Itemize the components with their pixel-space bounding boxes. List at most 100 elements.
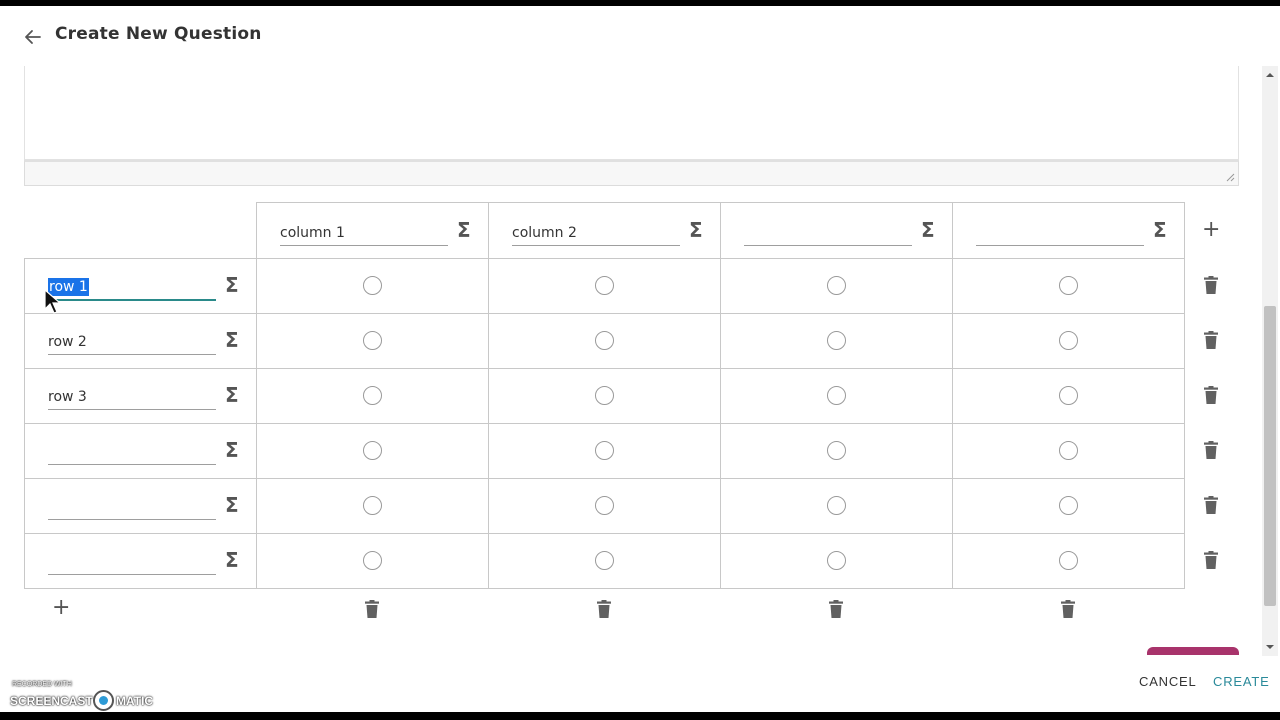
matrix-cell [488,423,721,478]
delete-row-button[interactable] [1204,331,1218,349]
delete-column-button[interactable] [365,600,379,618]
column-header: Σ [488,202,721,258]
add-column-button[interactable]: + [1202,219,1220,241]
matrix-radio[interactable] [827,551,846,570]
scrollbar-thumb[interactable] [1264,306,1276,606]
editor-status-bar [24,160,1239,186]
trash-icon [829,600,843,618]
trash-icon [597,600,611,618]
sigma-icon[interactable]: Σ [225,330,239,350]
matrix-cell [256,533,489,589]
matrix-radio[interactable] [595,551,614,570]
sigma-icon[interactable]: Σ [921,220,935,240]
matrix-radio[interactable] [1059,496,1078,515]
delete-column-button[interactable] [597,600,611,618]
column-label-input[interactable] [280,221,448,246]
matrix-radio[interactable] [595,386,614,405]
matrix-radio[interactable] [363,386,382,405]
matrix-cell [952,258,1185,313]
matrix-radio[interactable] [595,331,614,350]
row-label-input[interactable] [48,440,216,465]
matrix-radio[interactable] [595,496,614,515]
sigma-icon[interactable]: Σ [225,275,239,295]
sigma-icon[interactable]: Σ [225,495,239,515]
sigma-icon[interactable]: Σ [689,220,703,240]
vertical-scrollbar[interactable] [1262,66,1278,656]
matrix-radio[interactable] [1059,276,1078,295]
matrix-radio[interactable] [1059,551,1078,570]
brand-tab [1147,647,1239,655]
delete-row-button[interactable] [1204,276,1218,294]
column-label-input[interactable] [512,221,680,246]
row-label-input[interactable] [48,330,216,355]
matrix-cell [256,313,489,368]
sigma-icon[interactable]: Σ [225,385,239,405]
matrix-cell [256,423,489,478]
delete-row-button[interactable] [1204,386,1218,404]
window-bottom-edge [0,712,1280,720]
scroll-up-icon[interactable] [1262,70,1278,80]
mouse-pointer-icon [44,289,62,314]
matrix-radio[interactable] [827,276,846,295]
trash-icon [365,600,379,618]
sigma-icon[interactable]: Σ [1153,220,1167,240]
matrix-radio[interactable] [1059,441,1078,460]
column-header: Σ [952,202,1185,258]
matrix-radio[interactable] [1059,386,1078,405]
delete-column-button[interactable] [1061,600,1075,618]
trash-icon [1061,600,1075,618]
matrix-cell [952,423,1185,478]
row-label-input[interactable]: row 1 [48,276,216,301]
matrix-radio[interactable] [363,441,382,460]
matrix-cell [952,478,1185,533]
watermark-left-text: SCREENCAST [10,694,93,708]
matrix-radio[interactable] [827,496,846,515]
create-button[interactable]: CREATE [1213,674,1270,689]
matrix-cell [488,258,721,313]
delete-row-button[interactable] [1204,496,1218,514]
recording-watermark: RECORDED WITH SCREENCAST MATIC [10,680,160,711]
delete-row-button[interactable] [1204,441,1218,459]
scroll-down-icon[interactable] [1262,642,1278,652]
matrix-radio[interactable] [595,276,614,295]
trash-icon [1204,551,1218,569]
column-label-input[interactable] [976,221,1144,246]
trash-icon [1204,276,1218,294]
column-header: Σ [256,202,489,258]
delete-column-button[interactable] [829,600,843,618]
sigma-icon[interactable]: Σ [457,220,471,240]
matrix-cell [256,258,489,313]
trash-icon [1204,441,1218,459]
delete-row-button[interactable] [1204,551,1218,569]
matrix-cell [720,533,953,589]
column-label-input[interactable] [744,221,912,246]
resize-handle-icon[interactable] [1225,172,1235,182]
sigma-icon[interactable]: Σ [225,550,239,570]
matrix-radio[interactable] [363,551,382,570]
trash-icon [1204,496,1218,514]
matrix-radio[interactable] [363,331,382,350]
matrix-radio[interactable] [827,331,846,350]
matrix-radio[interactable] [1059,331,1078,350]
sigma-icon[interactable]: Σ [225,440,239,460]
screencast-logo-icon [93,690,114,711]
matrix-radio[interactable] [827,441,846,460]
matrix-radio[interactable] [363,276,382,295]
cancel-button[interactable]: CANCEL [1139,674,1197,689]
row-label-input[interactable] [48,385,216,410]
matrix-radio[interactable] [827,386,846,405]
row-label-input[interactable] [48,550,216,575]
app-header: Create New Question [0,6,1280,66]
row-label-input[interactable] [48,495,216,520]
matrix-cell [720,368,953,423]
back-button[interactable] [20,24,46,50]
matrix-radio[interactable] [363,496,382,515]
question-text-editor[interactable] [24,66,1239,160]
matrix-radio[interactable] [595,441,614,460]
add-row-button[interactable]: + [52,597,70,619]
matrix-cell [488,478,721,533]
matrix-cell [256,368,489,423]
matrix-cell [720,258,953,313]
page-title: Create New Question [55,24,262,44]
row-label-cell: Σ [24,533,256,589]
